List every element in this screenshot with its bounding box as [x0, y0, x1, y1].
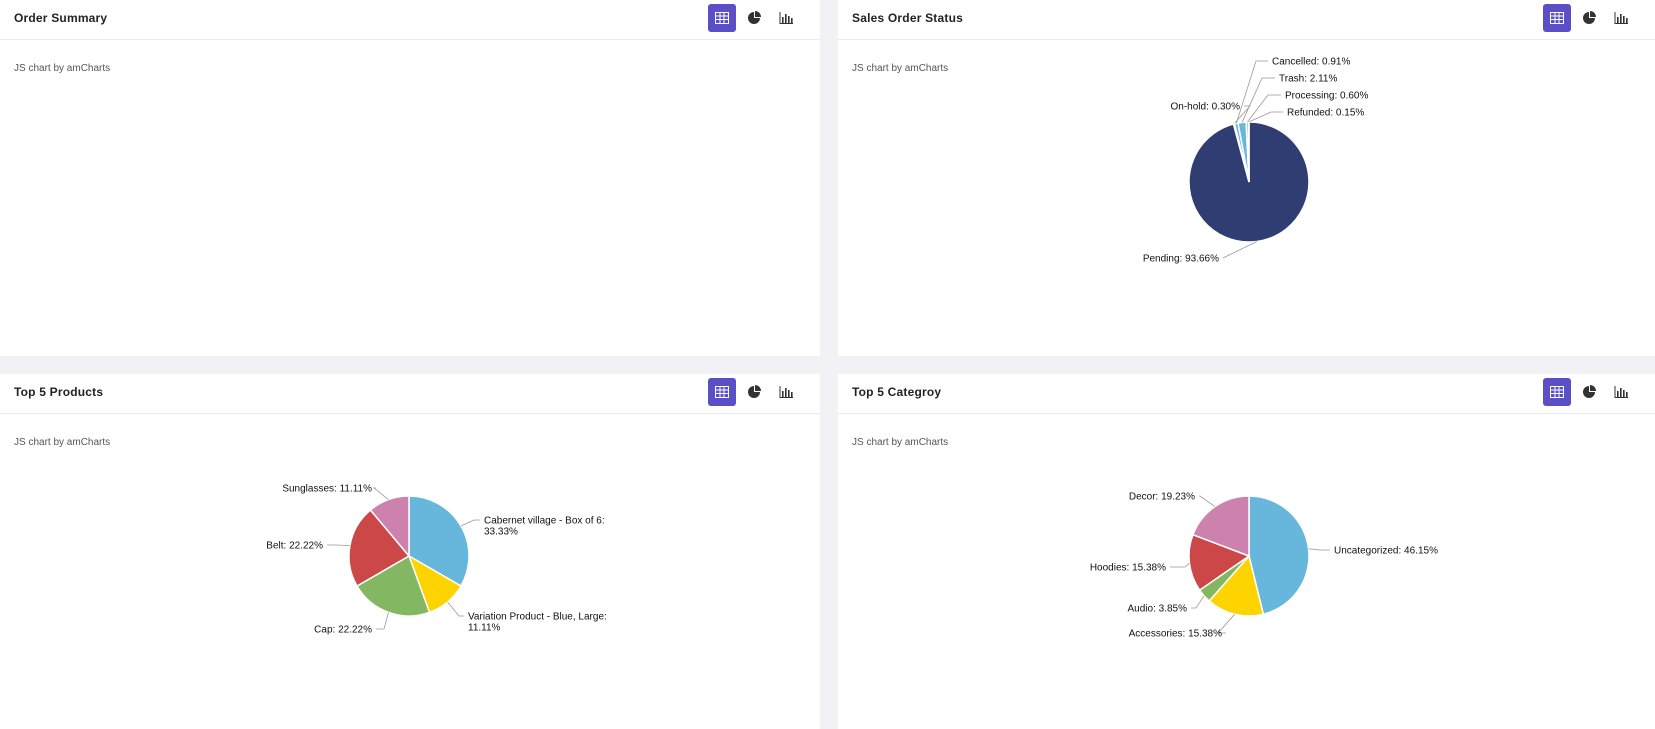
pie-chart-icon [748, 11, 761, 24]
panel-header: Order Summary [0, 0, 820, 40]
pie-label-connector [327, 544, 350, 546]
order-summary-panel: Order Summary JS chart by amCharts [0, 0, 820, 356]
pie-label-connector [1235, 60, 1268, 124]
pie-label-connector [447, 601, 464, 617]
pie-label-sunglasses: Sunglasses: 11.11% [282, 484, 372, 495]
pie-label-refunded: Refunded: 0.15% [1287, 108, 1364, 119]
bar-view-button[interactable] [772, 4, 800, 32]
top-category-panel: Top 5 Categroy JS chart by amCharts Unca… [838, 374, 1655, 729]
chart-credit-link[interactable]: JS chart by amCharts [14, 63, 110, 74]
pie-label-audio: Audio: 3.85% [1128, 604, 1188, 615]
pie-label-cap: Cap: 22.22% [314, 625, 372, 636]
pie-label-connector [376, 612, 389, 630]
bar-chart-icon [779, 12, 793, 24]
sales-order-status-panel: Sales Order Status JS chart by amCharts … [838, 0, 1655, 356]
pie-label-connector [1308, 548, 1330, 551]
top-products-panel: Top 5 Products JS chart by amCharts Cabe… [0, 374, 820, 729]
pie-label-processing: Processing: 0.60% [1285, 91, 1368, 102]
pie-label-cabernet-village-box-of-6: Cabernet village - Box of 6: 33.33% [484, 516, 605, 538]
pie-label-on-hold: On-hold: 0.30% [1171, 102, 1241, 113]
pie-label-connector [1170, 562, 1190, 568]
table-view-icon [715, 12, 729, 24]
pie-label-connector [1222, 241, 1257, 259]
pie-label-connector [1241, 77, 1275, 123]
top-products-pie-chart: Cabernet village - Box of 6: 33.33% Variat… [266, 484, 607, 636]
pie-view-button[interactable] [740, 4, 768, 32]
pie-label-trash: Trash: 2.11% [1279, 74, 1337, 85]
pie-label-accessories: Accessories: 15.38% [1129, 629, 1222, 640]
pie-label-decor: Decor: 19.23% [1129, 492, 1195, 503]
table-view-button[interactable] [708, 4, 736, 32]
pie-label-hoodies: Hoodies: 15.38% [1090, 563, 1166, 574]
pie-label-cancelled: Cancelled: 0.91% [1272, 57, 1350, 68]
pie-label-variation-product-blue-large: Variation Product - Blue, Large: 11.11% [468, 612, 607, 634]
pie-label-connector [1199, 495, 1216, 507]
pie-label-connector [460, 519, 480, 527]
pie-label-connector [372, 487, 389, 500]
pie-label-connector [1191, 595, 1205, 609]
sales-order-status-pie-chart: Pending: 93.66% On-hold: 0.30% Cancelled: … [1143, 57, 1369, 265]
pie-label-uncategorized: Uncategorized: 46.15% [1334, 546, 1438, 557]
pie-slice-refunded[interactable] [1247, 121, 1250, 183]
pie-label-belt: Belt: 22.22% [266, 541, 323, 552]
panel-title: Order Summary [14, 11, 108, 25]
pie-label-pending: Pending: 93.66% [1143, 254, 1219, 265]
top-category-pie-chart: Uncategorized: 46.15% Accessories: 15.38%… [1090, 492, 1438, 640]
